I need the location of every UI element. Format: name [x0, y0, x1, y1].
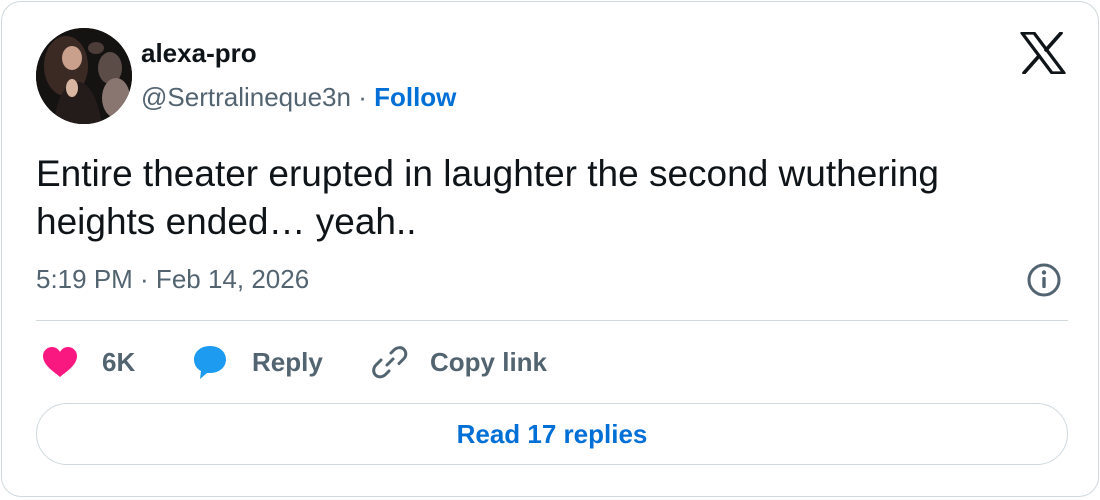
tweet-card: alexa-pro @Sertralineque3n · Follow Enti…: [1, 1, 1099, 497]
author-handle[interactable]: @Sertralineque3n: [141, 82, 351, 112]
copy-link-button[interactable]: Copy link: [372, 342, 547, 382]
copy-link-label: Copy link: [430, 346, 548, 377]
x-logo-icon[interactable]: [1020, 31, 1066, 75]
author-name[interactable]: alexa-pro: [141, 38, 257, 69]
like-count: 6K: [102, 346, 136, 377]
read-replies-button[interactable]: Read 17 replies: [36, 403, 1068, 465]
tweet-timestamp[interactable]: 5:19 PM · Feb 14, 2026: [36, 264, 309, 295]
author-meta: @Sertralineque3n · Follow: [141, 82, 456, 113]
link-icon: [372, 346, 408, 379]
follow-button[interactable]: Follow: [374, 82, 456, 112]
avatar-photo: [36, 28, 132, 124]
like-button[interactable]: 6K: [42, 342, 135, 382]
reply-label: Reply: [252, 346, 323, 377]
heart-icon: [43, 347, 77, 377]
divider: [36, 320, 1068, 321]
info-icon[interactable]: [1026, 262, 1062, 298]
reply-button[interactable]: Reply: [192, 342, 323, 382]
speech-bubble-icon: [194, 346, 226, 379]
avatar[interactable]: [36, 28, 132, 124]
tweet-text: Entire theater erupted in laughter the s…: [36, 153, 939, 242]
separator-dot: ·: [358, 82, 375, 112]
